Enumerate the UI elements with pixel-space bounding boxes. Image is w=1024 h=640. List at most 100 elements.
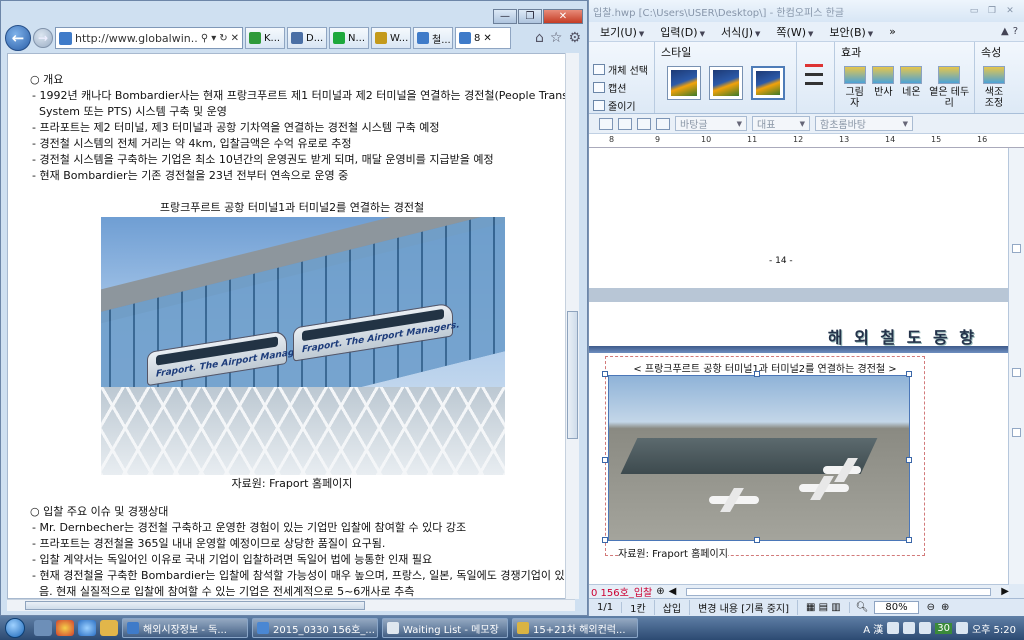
taskbar-item-notepad[interactable]: Waiting List - 메모장 bbox=[382, 618, 508, 638]
address-bar[interactable]: http://www.globalwin... ⚲ ▾ ↻ ✕ bbox=[55, 27, 243, 49]
airport-photo[interactable] bbox=[608, 375, 910, 541]
hwp-vertical-scrollbar[interactable] bbox=[1008, 148, 1024, 584]
scroll-right-icon[interactable]: ▶ bbox=[1001, 586, 1009, 597]
picture-frame[interactable]: < 프랑크푸르트 공항 터미널1과 터미널2를 연결하는 경전철 > 자료원: … bbox=[602, 356, 925, 560]
taskbar-item-folder[interactable]: 15+21차 해외컨럭... bbox=[512, 618, 638, 638]
zoom-icon[interactable]: 🔍︎ bbox=[850, 602, 869, 613]
print-icon[interactable] bbox=[599, 117, 613, 130]
shrink-button[interactable]: 줄이기 bbox=[593, 98, 650, 113]
preview-icon[interactable] bbox=[618, 117, 632, 130]
line-width-icon[interactable] bbox=[805, 82, 823, 85]
hwp-document-area[interactable]: - 14 - 해 외 철 도 동 향 < 프랑크푸르트 공항 터미널1과 터미널… bbox=[589, 148, 1009, 584]
start-button[interactable] bbox=[0, 616, 30, 640]
zoom-combo[interactable]: 80% bbox=[874, 601, 919, 614]
resize-handle[interactable] bbox=[602, 371, 608, 377]
menu-page[interactable]: 쪽(W) ▼ bbox=[769, 23, 820, 41]
refresh-icon[interactable]: ↻ bbox=[219, 33, 227, 44]
taskbar-item-hwp[interactable]: 2015_0330 156호_... bbox=[252, 618, 378, 638]
forward-button[interactable]: → bbox=[33, 28, 53, 48]
resize-handle[interactable] bbox=[602, 537, 608, 543]
maximize-button[interactable]: ❐ bbox=[518, 9, 542, 24]
stop-icon[interactable]: ✕ bbox=[231, 33, 239, 44]
resize-handle[interactable] bbox=[754, 537, 760, 543]
picture-style-2[interactable] bbox=[709, 66, 743, 100]
tab-close-icon[interactable]: ✕ bbox=[483, 33, 491, 44]
reflection-effect-button[interactable]: 반사 bbox=[872, 66, 895, 109]
network-icon[interactable] bbox=[903, 622, 916, 634]
browser-tab-active[interactable]: 8 ✕ bbox=[455, 27, 511, 49]
browser-tab[interactable]: 철... bbox=[413, 27, 453, 49]
dropdown-icon[interactable]: ▾ bbox=[211, 33, 216, 44]
picture-style-1[interactable] bbox=[667, 66, 701, 100]
picture-style-3[interactable] bbox=[751, 66, 785, 100]
tray-app-icon[interactable] bbox=[887, 622, 900, 634]
menu-insert[interactable]: 입력(D) ▼ bbox=[653, 23, 712, 41]
browser-page-content[interactable]: ○ 개요 - 1992년 캐나다 Bombardier사는 현재 프랑크푸르트 … bbox=[7, 53, 575, 599]
home-icon[interactable]: ⌂ bbox=[535, 30, 544, 46]
browser-tab[interactable]: K... bbox=[245, 27, 285, 49]
view-mode-icon[interactable]: ▦ ▤ ▥ bbox=[798, 602, 850, 613]
shadow-effect-button[interactable]: 그림자 bbox=[843, 66, 866, 109]
browser-vertical-scrollbar[interactable] bbox=[565, 53, 579, 599]
resize-handle[interactable] bbox=[906, 537, 912, 543]
resize-handle[interactable] bbox=[906, 371, 912, 377]
chrome-icon[interactable] bbox=[56, 620, 74, 636]
menu-format[interactable]: 서식(J) ▼ bbox=[714, 23, 767, 41]
favorites-star-icon[interactable]: ☆ bbox=[550, 30, 563, 46]
minimize-button[interactable]: — bbox=[493, 9, 517, 24]
add-tab-icon[interactable]: ⊕ bbox=[656, 586, 664, 597]
help-icon[interactable]: ? bbox=[1013, 26, 1018, 37]
clock[interactable]: 오후 5:20 bbox=[972, 621, 1016, 636]
search-icon[interactable]: ⚲ bbox=[201, 33, 208, 44]
resize-handle[interactable] bbox=[906, 457, 912, 463]
internet-explorer-icon[interactable] bbox=[78, 620, 96, 636]
neon-effect-button[interactable]: 네온 bbox=[900, 66, 923, 109]
ribbon-object-group: 개체 선택 캡션 줄이기 bbox=[589, 42, 655, 113]
resize-handle[interactable] bbox=[754, 371, 760, 377]
font-combo[interactable]: 함초롬바탕 ▼ bbox=[815, 116, 913, 131]
volume-icon[interactable] bbox=[955, 622, 968, 634]
hwp-close-button[interactable]: ✕ bbox=[1002, 5, 1018, 17]
flag-icon[interactable] bbox=[919, 622, 932, 634]
zoom-in-icon[interactable]: ⊕ bbox=[935, 602, 949, 613]
hwp-minimize-button[interactable]: ▭ bbox=[966, 5, 982, 17]
gear-icon[interactable]: ⚙ bbox=[568, 30, 581, 46]
style-combo[interactable]: 바탕글 ▼ bbox=[675, 116, 747, 131]
caption-button[interactable]: 캡션 bbox=[593, 80, 650, 95]
scroll-left-icon[interactable]: ◀ bbox=[669, 586, 677, 597]
back-button[interactable]: ← bbox=[5, 25, 31, 51]
horizontal-ruler[interactable]: 8 9 10 11 12 13 14 15 16 bbox=[589, 134, 1024, 148]
hwp-horizontal-scrollbar[interactable] bbox=[686, 587, 992, 596]
menu-more-button[interactable]: » bbox=[882, 24, 903, 39]
battery-indicator[interactable]: 30 bbox=[935, 622, 952, 634]
scrollbar-thumb[interactable] bbox=[567, 311, 578, 439]
soft-edge-effect-button[interactable]: 옅은 테두리 bbox=[928, 66, 970, 109]
zoom-out-icon[interactable]: ⊖ bbox=[919, 602, 935, 613]
show-desktop-icon[interactable] bbox=[34, 620, 52, 636]
menu-view[interactable]: 보기(U) ▼ bbox=[593, 23, 651, 41]
tone-adjust-button[interactable]: 색조 조정 bbox=[983, 66, 1005, 109]
menu-security[interactable]: 보안(B) ▼ bbox=[822, 23, 880, 41]
scrollbar-thumb[interactable] bbox=[25, 601, 365, 610]
font-type-combo[interactable]: 대표 ▼ bbox=[752, 116, 810, 131]
resize-handle[interactable] bbox=[602, 457, 608, 463]
close-button[interactable]: ✕ bbox=[543, 9, 583, 24]
status-track-changes[interactable]: 변경 내용 [기록 중지] bbox=[690, 600, 799, 615]
status-insert-mode[interactable]: 삽입 bbox=[655, 600, 691, 615]
hwp-restore-button[interactable]: ❐ bbox=[984, 5, 1000, 17]
line-color-icon[interactable] bbox=[805, 64, 823, 67]
browser-tab[interactable]: N... bbox=[329, 27, 369, 49]
undo-icon[interactable] bbox=[637, 117, 651, 130]
browser-tab[interactable]: W... bbox=[371, 27, 411, 49]
line-style-icon[interactable] bbox=[805, 73, 823, 76]
picture-source: 자료원: Fraport 홈페이지 bbox=[618, 545, 728, 560]
ime-indicator[interactable]: A 漢 bbox=[863, 621, 883, 636]
object-select-button[interactable]: 개체 선택 bbox=[593, 62, 650, 77]
taskbar-item-browser[interactable]: 해외시장정보 - 독... bbox=[122, 618, 248, 638]
redo-icon[interactable] bbox=[656, 117, 670, 130]
ribbon-collapse-icon[interactable]: ▲ bbox=[1001, 26, 1009, 37]
doc-tab-bidding[interactable]: 0 156호_입찰 bbox=[591, 584, 652, 599]
folder-icon[interactable] bbox=[100, 620, 118, 636]
browser-horizontal-scrollbar[interactable] bbox=[7, 599, 575, 611]
browser-tab[interactable]: D... bbox=[287, 27, 327, 49]
